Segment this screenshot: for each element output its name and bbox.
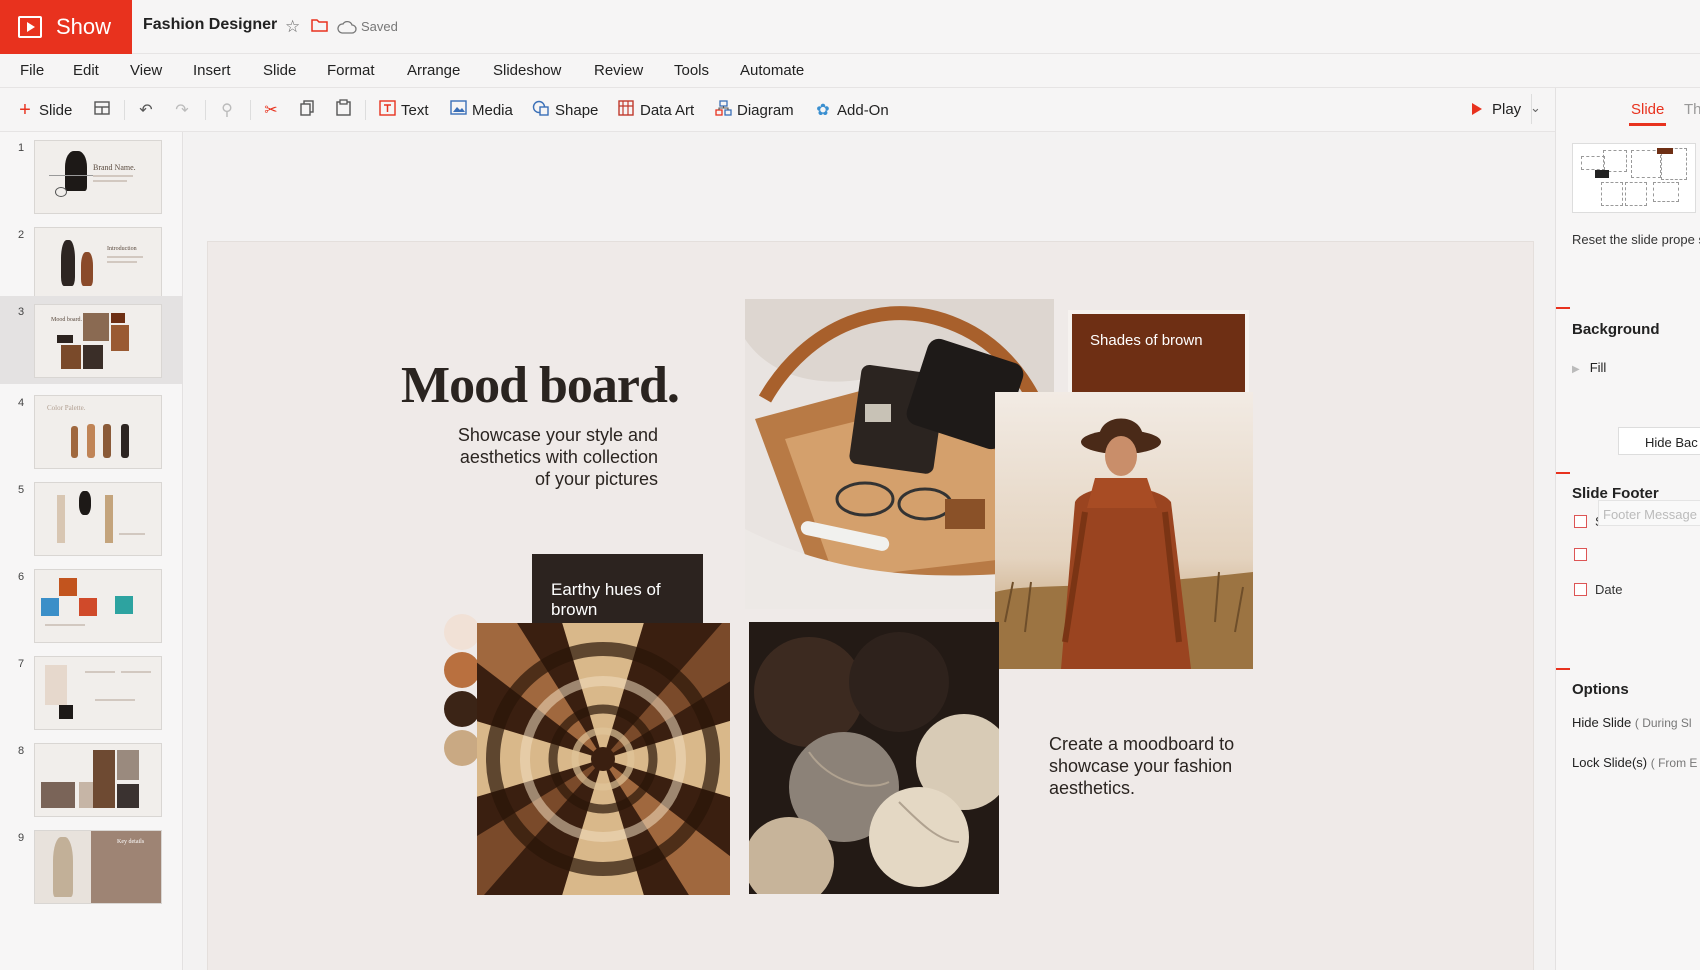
media-icon [449, 100, 467, 120]
star-icon[interactable]: ☆ [285, 17, 300, 37]
undo-button[interactable]: ↶ [137, 98, 160, 122]
saved-status: Saved [361, 19, 398, 34]
footer-message-option[interactable] [1574, 548, 1595, 561]
menu-automate[interactable]: Automate [740, 62, 804, 79]
title-bar: Show Fashion Designer ☆ Saved [0, 0, 1700, 54]
layout-preview[interactable] [1572, 143, 1696, 213]
slide-caption[interactable]: Create a moodboard to showcase your fash… [1049, 733, 1269, 799]
slide-thumbnail-9[interactable]: 9 Key details [0, 822, 182, 916]
paint-format-button[interactable]: ⚲ [218, 98, 241, 122]
slide-thumbnail-1[interactable]: 1 Brand Name. [0, 132, 182, 226]
slide-thumbnail-3[interactable]: 3 Mood board. [0, 296, 182, 384]
slide-canvas[interactable]: Mood board. Showcase your style and aest… [184, 132, 1555, 970]
scissors-icon: ✂ [264, 102, 278, 119]
add-on-button[interactable]: ✿ Add-On [814, 98, 888, 122]
menu-file[interactable]: File [20, 62, 44, 79]
tab-theme[interactable]: Th [1684, 101, 1700, 118]
chevron-down-icon[interactable]: ⌄ [1530, 100, 1541, 116]
spiral-pattern-photo[interactable] [477, 623, 730, 895]
show-slide-number-checkbox[interactable] [1574, 515, 1587, 528]
properties-panel: Slide Th Reset the slide prope slide. Ba… [1555, 88, 1700, 970]
insert-shape-button[interactable]: Shape [532, 98, 598, 122]
diagram-icon [714, 99, 732, 121]
footer-message-input[interactable]: Footer Message [1598, 500, 1700, 526]
color-swatch-4[interactable] [444, 730, 480, 766]
menu-slide[interactable]: Slide [263, 62, 296, 79]
color-swatch-2[interactable] [444, 652, 480, 688]
play-button[interactable]: Play [1462, 94, 1533, 124]
slide-thumbnail-panel: 1 Brand Name. 2 Introduction 3 Mood boar… [0, 132, 183, 970]
app-logo[interactable]: Show [0, 0, 132, 54]
toolbar: + Slide ↶ ↷ ⚲ ✂ Text Media Shape Data Art… [0, 88, 1555, 132]
paste-icon [334, 99, 352, 121]
caret-right-icon: ▶ [1572, 364, 1580, 375]
menu-edit[interactable]: Edit [73, 62, 99, 79]
color-swatch-1[interactable] [444, 614, 480, 650]
lock-slides-option[interactable]: Lock Slide(s) ( From E [1572, 755, 1697, 770]
slide-thumbnail-5[interactable]: 5 [0, 474, 182, 568]
hide-background-button[interactable]: Hide Bac [1618, 427, 1700, 455]
menu-slideshow[interactable]: Slideshow [493, 62, 561, 79]
insert-media-button[interactable]: Media [449, 98, 513, 122]
slide-thumbnail-4[interactable]: 4 Color Palette. [0, 387, 182, 481]
play-icon [1472, 103, 1482, 115]
slide-thumbnail-7[interactable]: 7 [0, 648, 182, 742]
background-heading: Background [1572, 321, 1660, 338]
redo-button[interactable]: ↷ [173, 98, 196, 122]
layout-button[interactable] [93, 98, 116, 122]
undo-icon: ↶ [139, 102, 153, 119]
cut-button[interactable]: ✂ [262, 98, 285, 122]
woman-photo[interactable] [995, 392, 1253, 669]
puzzle-icon: ✿ [816, 102, 830, 119]
tab-slide[interactable]: Slide [1628, 101, 1667, 126]
insert-diagram-button[interactable]: Diagram [714, 98, 794, 122]
color-swatch-3[interactable] [444, 691, 480, 727]
menu-review[interactable]: Review [594, 62, 643, 79]
date-checkbox[interactable] [1574, 583, 1587, 596]
options-heading: Options [1572, 681, 1629, 698]
menu-view[interactable]: View [130, 62, 162, 79]
slide-title[interactable]: Mood board. [401, 356, 680, 415]
menu-arrange[interactable]: Arrange [407, 62, 460, 79]
date-option[interactable]: Date [1574, 582, 1622, 597]
menu-bar: File Edit View Insert Slide Format Arran… [0, 54, 1700, 88]
cloud-icon [337, 19, 357, 39]
insert-data-art-button[interactable]: Data Art [617, 98, 694, 122]
app-name: Show [56, 14, 112, 39]
yarn-photo[interactable] [749, 622, 999, 894]
hide-slide-option[interactable]: Hide Slide ( During Sl [1572, 715, 1692, 730]
redo-icon: ↷ [175, 102, 189, 119]
menu-tools[interactable]: Tools [674, 62, 709, 79]
slide-thumbnail-6[interactable]: 6 [0, 561, 182, 655]
menu-insert[interactable]: Insert [193, 62, 231, 79]
paste-button[interactable] [334, 98, 357, 122]
document-title[interactable]: Fashion Designer [143, 16, 277, 34]
menu-format[interactable]: Format [327, 62, 375, 79]
paint-format-icon: ⚲ [221, 102, 233, 119]
slide-subtitle[interactable]: Showcase your style and aesthetics with … [448, 424, 658, 490]
slide-thumbnail-8[interactable]: 8 [0, 735, 182, 829]
text-box-icon [378, 99, 396, 121]
layout-icon [93, 100, 111, 120]
insert-text-button[interactable]: Text [378, 98, 429, 122]
copy-button[interactable] [298, 98, 321, 122]
shape-icon [532, 100, 550, 121]
footer-message-checkbox[interactable] [1574, 548, 1587, 561]
add-slide-button[interactable]: + Slide [16, 98, 72, 122]
shades-of-brown-label[interactable]: Shades of brown [1072, 314, 1245, 398]
data-art-icon [617, 99, 635, 121]
plus-icon: + [19, 98, 31, 121]
fill-section[interactable]: ▶ Fill [1572, 360, 1606, 375]
folder-icon[interactable] [311, 17, 328, 37]
show-logo-icon [18, 16, 42, 38]
copy-icon [298, 99, 316, 121]
current-slide[interactable]: Mood board. Showcase your style and aest… [208, 242, 1533, 970]
reset-slide-text: Reset the slide prope slide. [1572, 232, 1700, 247]
